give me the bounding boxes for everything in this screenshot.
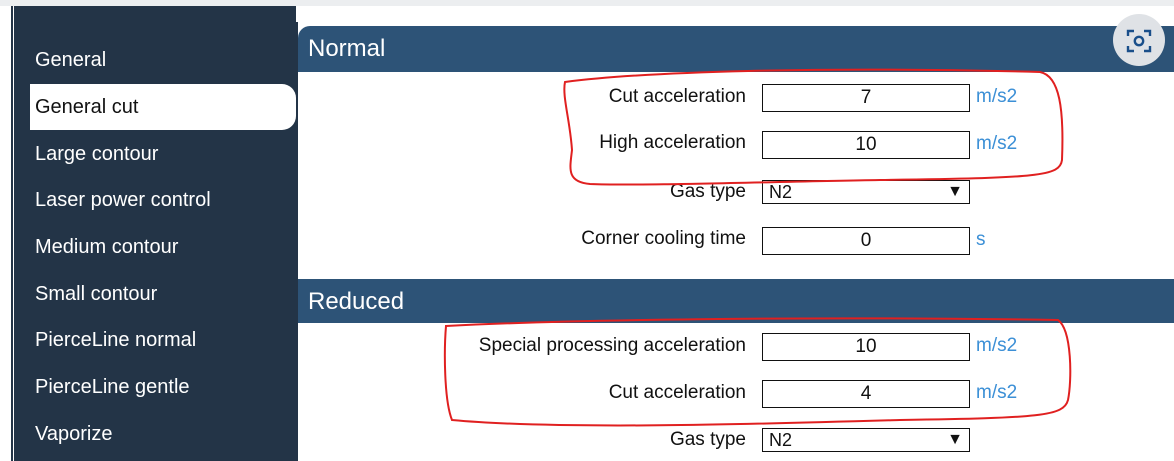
cut-acceleration-label: Cut acceleration bbox=[608, 86, 746, 107]
triangle-down-icon: ▼ bbox=[947, 431, 963, 448]
special-processing-acceleration-label: Special processing acceleration bbox=[478, 335, 746, 356]
left-edge-line bbox=[11, 6, 13, 461]
sidebar-item-large-contour[interactable]: Large contour bbox=[14, 131, 296, 177]
reduced-gas-type-label: Gas type bbox=[669, 429, 746, 450]
sidebar-item-pierceline-normal[interactable]: PierceLine normal bbox=[14, 317, 296, 363]
sidebar-item-general[interactable]: General bbox=[14, 37, 296, 83]
gas-type-select[interactable]: N2 ▼ bbox=[762, 180, 970, 204]
visual-search-icon[interactable] bbox=[1113, 14, 1165, 66]
high-acceleration-input[interactable]: 10 bbox=[762, 131, 970, 159]
special-processing-acceleration-input[interactable]: 10 bbox=[762, 333, 970, 361]
corner-cooling-time-unit: s bbox=[976, 229, 986, 250]
sidebar-item-laser-power-control[interactable]: Laser power control bbox=[14, 177, 296, 223]
sidebar-item-general-cut[interactable]: General cut bbox=[30, 84, 296, 130]
cut-acceleration-unit: m/s2 bbox=[976, 86, 1018, 107]
triangle-down-icon: ▼ bbox=[947, 183, 963, 200]
corner-cooling-time-input[interactable]: 0 bbox=[762, 227, 970, 255]
sidebar: General General cut Large contour Laser … bbox=[14, 6, 296, 461]
high-acceleration-unit: m/s2 bbox=[976, 133, 1018, 154]
reduced-cut-acceleration-label: Cut acceleration bbox=[608, 382, 746, 403]
sidebar-item-medium-contour[interactable]: Medium contour bbox=[14, 224, 296, 270]
high-acceleration-label: High acceleration bbox=[599, 132, 746, 153]
reduced-cut-acceleration-unit: m/s2 bbox=[976, 382, 1018, 403]
special-processing-acceleration-unit: m/s2 bbox=[976, 335, 1018, 356]
corner-cooling-time-label: Corner cooling time bbox=[581, 228, 746, 249]
sidebar-item-small-contour[interactable]: Small contour bbox=[14, 271, 296, 317]
reduced-cut-acceleration-input[interactable]: 4 bbox=[762, 380, 970, 408]
main-top-area bbox=[296, 6, 1174, 22]
sidebar-item-pierceline-gentle[interactable]: PierceLine gentle bbox=[14, 364, 296, 410]
reduced-gas-type-select[interactable]: N2 ▼ bbox=[762, 428, 970, 452]
reduced-gas-type-value: N2 bbox=[769, 430, 793, 450]
gas-type-label: Gas type bbox=[669, 181, 746, 202]
cut-acceleration-input[interactable]: 7 bbox=[762, 84, 970, 112]
panel-divider bbox=[296, 22, 298, 461]
section-header-normal: Normal bbox=[298, 26, 1174, 72]
sidebar-item-vaporize[interactable]: Vaporize bbox=[14, 411, 296, 457]
gas-type-value: N2 bbox=[769, 182, 793, 202]
section-header-reduced: Reduced bbox=[298, 277, 1174, 323]
